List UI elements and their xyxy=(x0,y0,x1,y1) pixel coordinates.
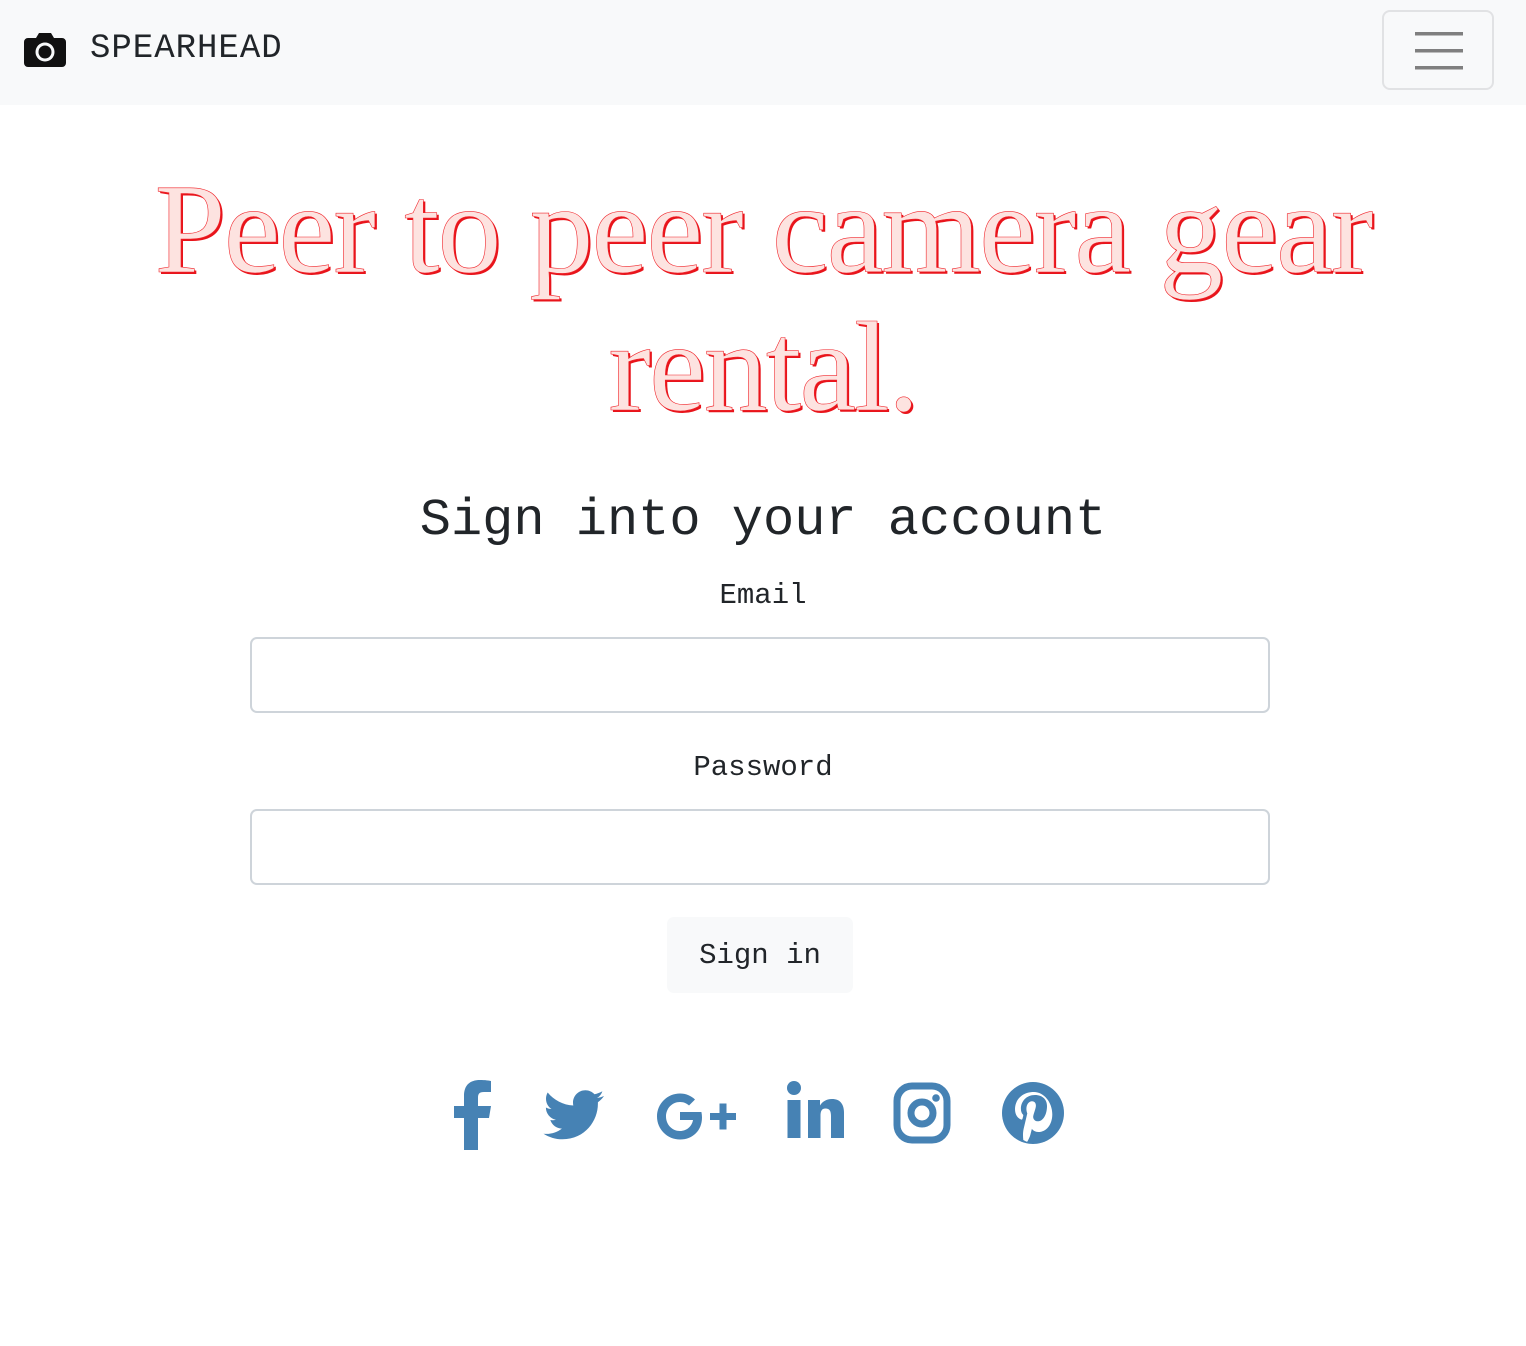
linkedin-link[interactable] xyxy=(786,1078,846,1150)
brand-link[interactable]: SPEARHEAD xyxy=(24,26,283,72)
instagram-icon xyxy=(893,1082,951,1144)
hero-line-1: Peer to peer camera gear xyxy=(154,158,1374,300)
pinterest-link[interactable] xyxy=(1000,1078,1066,1150)
brand-name: SPEARHEAD xyxy=(90,30,283,68)
email-label: Email xyxy=(719,579,807,612)
camera-icon xyxy=(24,33,66,67)
navbar: SPEARHEAD xyxy=(0,0,1526,105)
facebook-link[interactable] xyxy=(452,1078,492,1150)
twitter-icon xyxy=(543,1090,604,1140)
hero-line-2: rental. xyxy=(608,296,920,438)
google-plus-link[interactable] xyxy=(654,1078,738,1150)
password-label: Password xyxy=(693,751,833,784)
google-plus-icon xyxy=(657,1093,736,1140)
facebook-icon xyxy=(454,1080,491,1150)
signin-title: Sign into your account xyxy=(419,491,1107,550)
instagram-link[interactable] xyxy=(892,1078,952,1150)
twitter-link[interactable] xyxy=(540,1078,606,1150)
password-field[interactable] xyxy=(250,809,1270,885)
email-field[interactable] xyxy=(250,637,1270,713)
pinterest-icon xyxy=(1002,1082,1064,1144)
hamburger-menu-icon xyxy=(1415,32,1463,70)
linkedin-icon xyxy=(787,1081,844,1138)
navbar-toggle-button[interactable] xyxy=(1382,10,1494,90)
hero-heading: Peer to peer camera gear rental. xyxy=(0,158,1526,438)
sign-in-button[interactable]: Sign in xyxy=(667,917,853,993)
social-links xyxy=(0,1078,1526,1150)
